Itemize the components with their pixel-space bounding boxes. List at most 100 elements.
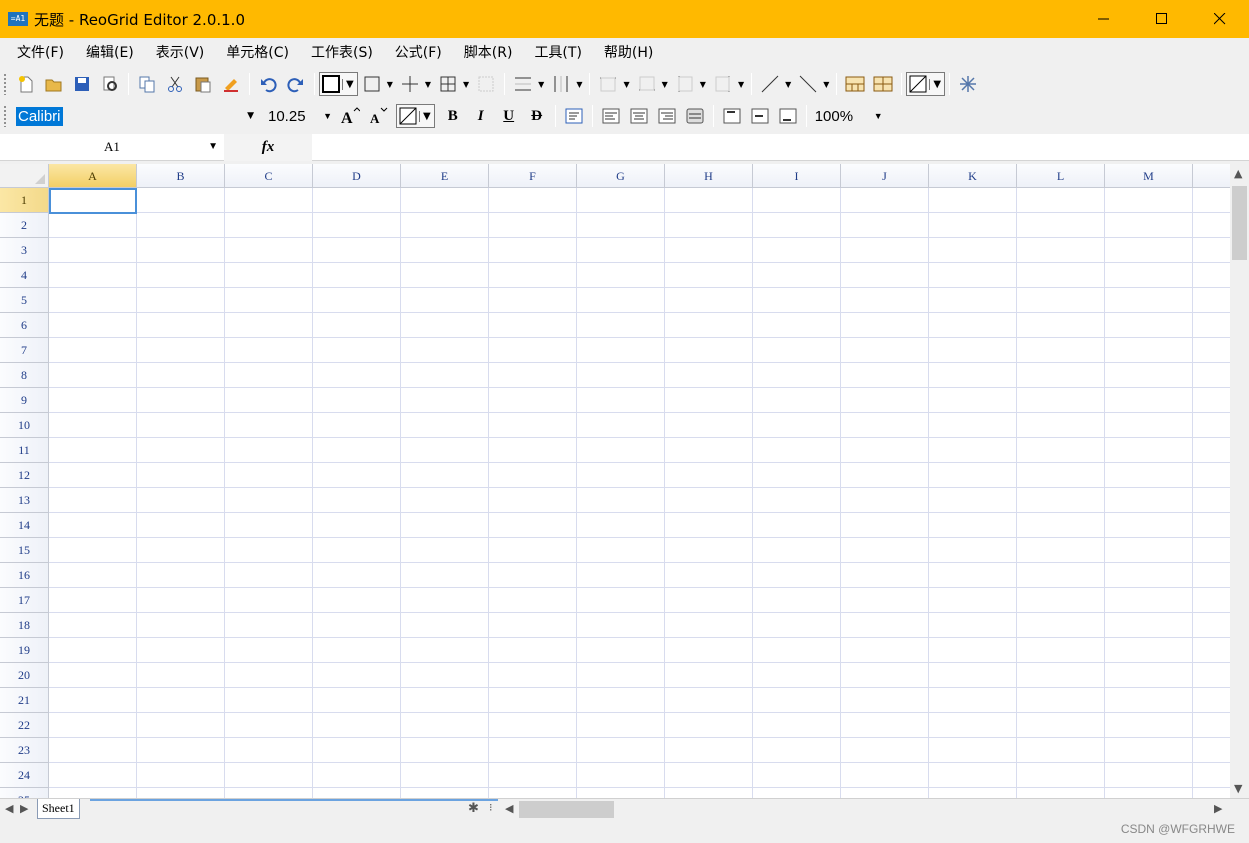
toolbar-grip[interactable] — [3, 73, 7, 95]
zoom-select[interactable]: 100% ▼ — [811, 104, 887, 128]
fx-label[interactable]: fx — [224, 133, 312, 161]
column-header-k[interactable]: K — [929, 164, 1017, 188]
column-header-e[interactable]: E — [401, 164, 489, 188]
row-header[interactable]: 20 — [0, 663, 49, 688]
text-wrap-button[interactable] — [562, 104, 586, 128]
close-button[interactable] — [1191, 0, 1249, 38]
top-bottom-border-button[interactable] — [511, 72, 535, 96]
spreadsheet-grid[interactable]: A B C D E F G H I J K L M N 1 2 3 4 5 6 … — [0, 164, 1230, 798]
column-header-m[interactable]: M — [1105, 164, 1193, 188]
next-sheet-icon[interactable]: ▶ — [20, 802, 28, 815]
maximize-button[interactable] — [1133, 0, 1191, 38]
row-header[interactable]: 6 — [0, 313, 49, 338]
row-header[interactable]: 8 — [0, 363, 49, 388]
chevron-down-icon[interactable]: ▼ — [463, 80, 469, 89]
text-color-button[interactable]: ▼ — [396, 104, 435, 128]
row-header[interactable]: 4 — [0, 263, 49, 288]
scroll-up-icon[interactable]: ▲ — [1234, 167, 1242, 180]
column-header-d[interactable]: D — [313, 164, 401, 188]
scroll-left-icon[interactable]: ◀ — [505, 802, 513, 815]
row-header[interactable]: 5 — [0, 288, 49, 313]
row-header[interactable]: 15 — [0, 538, 49, 563]
column-header-f[interactable]: F — [489, 164, 577, 188]
column-header-a[interactable]: A — [49, 164, 137, 188]
chevron-down-icon[interactable]: ▼ — [419, 110, 434, 122]
chevron-down-icon[interactable]: ▼ — [576, 80, 582, 89]
font-name-select[interactable]: Calibri ▼ — [14, 104, 258, 128]
selected-cell-a1[interactable] — [49, 188, 137, 214]
menu-script[interactable]: 脚本(R) — [453, 38, 524, 68]
row-header[interactable]: 25 — [0, 788, 49, 798]
column-header-l[interactable]: L — [1017, 164, 1105, 188]
menu-tools[interactable]: 工具(T) — [523, 38, 592, 68]
cell-area[interactable] — [49, 188, 1230, 798]
menu-help[interactable]: 帮助(H) — [593, 38, 664, 68]
bold-button[interactable]: B — [441, 104, 465, 128]
format-painter-button[interactable] — [219, 72, 243, 96]
right-border-button[interactable] — [711, 72, 735, 96]
underline-button[interactable]: U — [497, 104, 521, 128]
chevron-down-icon[interactable]: ▼ — [342, 78, 357, 90]
align-center-button[interactable] — [627, 104, 651, 128]
column-header-j[interactable]: J — [841, 164, 929, 188]
row-header[interactable]: 24 — [0, 763, 49, 788]
strikethrough-button[interactable]: D — [525, 104, 549, 128]
select-all-corner[interactable] — [0, 164, 49, 188]
vertical-scrollbar[interactable]: ▲ ▼ — [1230, 164, 1249, 798]
row-header[interactable]: 9 — [0, 388, 49, 413]
row-header[interactable]: 12 — [0, 463, 49, 488]
paste-button[interactable] — [191, 72, 215, 96]
row-header[interactable]: 2 — [0, 213, 49, 238]
menu-edit[interactable]: 编辑(E) — [75, 38, 145, 68]
cut-button[interactable] — [163, 72, 187, 96]
row-header[interactable]: 23 — [0, 738, 49, 763]
column-header-h[interactable]: H — [665, 164, 753, 188]
horizontal-scroll-thumb[interactable] — [519, 801, 614, 818]
row-header[interactable]: 16 — [0, 563, 49, 588]
border-style-button[interactable]: ▼ — [319, 72, 358, 96]
freeze-panes-button[interactable] — [956, 72, 980, 96]
italic-button[interactable]: I — [469, 104, 493, 128]
column-header-i[interactable]: I — [753, 164, 841, 188]
unmerge-cells-button[interactable] — [871, 72, 895, 96]
undo-button[interactable] — [256, 72, 280, 96]
open-button[interactable] — [42, 72, 66, 96]
prev-sheet-icon[interactable]: ◀ — [5, 802, 13, 815]
menu-formula[interactable]: 公式(F) — [384, 38, 453, 68]
column-header-b[interactable]: B — [137, 164, 225, 188]
align-left-button[interactable] — [599, 104, 623, 128]
column-header-n[interactable]: N — [1193, 164, 1230, 188]
menu-sheet[interactable]: 工作表(S) — [300, 38, 384, 68]
splitter-grip-icon[interactable]: ⁝ — [489, 801, 493, 814]
left-border-button[interactable] — [673, 72, 697, 96]
distributed-align-button[interactable] — [683, 104, 707, 128]
decrease-font-button[interactable]: A — [366, 104, 390, 128]
vertical-scroll-thumb[interactable] — [1232, 186, 1247, 260]
row-header[interactable]: 22 — [0, 713, 49, 738]
left-right-border-button[interactable] — [549, 72, 573, 96]
new-button[interactable] — [14, 72, 38, 96]
row-header[interactable]: 3 — [0, 238, 49, 263]
row-header[interactable]: 17 — [0, 588, 49, 613]
cell-address-box[interactable]: A1 ▼ — [0, 134, 224, 161]
align-top-button[interactable] — [720, 104, 744, 128]
row-header[interactable]: 18 — [0, 613, 49, 638]
chevron-down-icon[interactable]: ▼ — [387, 80, 393, 89]
row-header[interactable]: 7 — [0, 338, 49, 363]
grid-borders-button[interactable] — [436, 72, 460, 96]
chevron-down-icon[interactable]: ▼ — [208, 141, 218, 152]
sheet-tab[interactable]: Sheet1 — [37, 799, 80, 819]
chevron-down-icon[interactable]: ▼ — [700, 80, 706, 89]
row-header[interactable]: 1 — [0, 188, 49, 213]
chevron-down-icon[interactable]: ▼ — [538, 80, 544, 89]
chevron-down-icon[interactable]: ▼ — [425, 80, 431, 89]
row-header[interactable]: 14 — [0, 513, 49, 538]
scroll-right-icon[interactable]: ▶ — [1214, 802, 1222, 815]
column-header-c[interactable]: C — [225, 164, 313, 188]
copy-button[interactable] — [135, 72, 159, 96]
fill-style-button[interactable]: ▼ — [906, 72, 946, 96]
align-right-button[interactable] — [655, 104, 679, 128]
row-header[interactable]: 10 — [0, 413, 49, 438]
new-sheet-icon[interactable]: ✱ — [468, 801, 479, 816]
inside-borders-button[interactable] — [398, 72, 422, 96]
